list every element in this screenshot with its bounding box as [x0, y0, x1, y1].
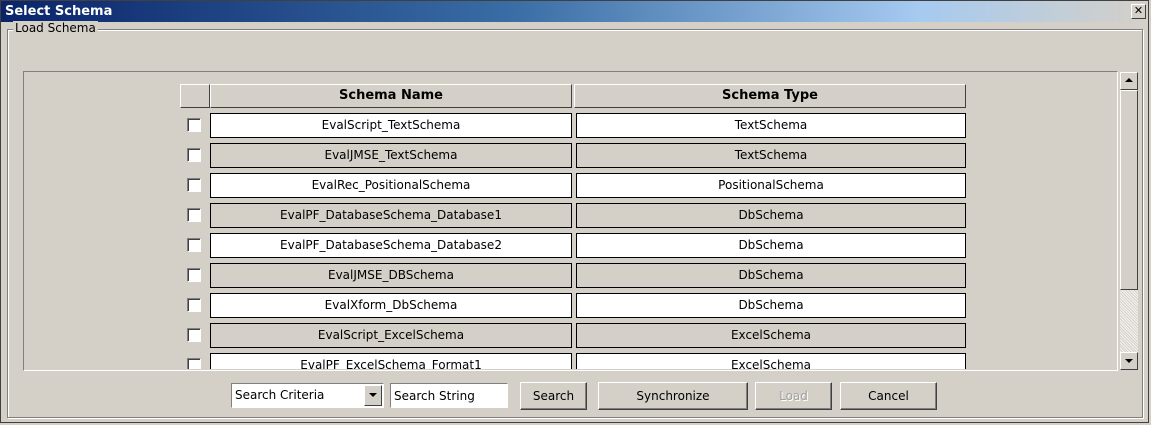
schema-name-cell[interactable]: EvalPF_DatabaseSchema_Database1 [210, 203, 572, 228]
search-criteria-select[interactable]: Search Criteria [231, 383, 384, 408]
schema-name-cell[interactable]: EvalScript_TextSchema [210, 113, 572, 138]
scroll-up-button[interactable] [1120, 72, 1138, 90]
title-bar[interactable]: Select Schema ✕ [1, 1, 1148, 22]
cancel-button[interactable]: Cancel [840, 382, 937, 410]
schema-name-cell[interactable]: EvalXform_DbSchema [210, 293, 572, 318]
dropdown-button[interactable] [364, 385, 382, 406]
row-checkbox[interactable] [187, 268, 201, 282]
table-row[interactable]: EvalPF_DatabaseSchema_Database1 DbSchema [24, 200, 1117, 230]
header-select [180, 84, 210, 108]
vertical-scrollbar[interactable] [1120, 72, 1138, 370]
table-row[interactable]: EvalPF_ExcelSchema_Format1 ExcelSchema [24, 350, 1117, 369]
table-row[interactable]: EvalJMSE_DBSchema DbSchema [24, 260, 1117, 290]
window-title: Select Schema [5, 4, 113, 19]
schema-table-panel: Schema Name Schema Type EvalScript_TextS… [23, 71, 1118, 371]
header-schema-type[interactable]: Schema Type [574, 84, 966, 108]
schema-name-cell[interactable]: EvalJMSE_DBSchema [210, 263, 572, 288]
table-row[interactable]: EvalScript_TextSchema TextSchema [24, 110, 1117, 140]
table-row[interactable]: EvalScript_ExcelSchema ExcelSchema [24, 320, 1117, 350]
schema-type-cell[interactable]: TextSchema [576, 113, 966, 138]
schema-type-cell[interactable]: TextSchema [576, 143, 966, 168]
schema-name-cell[interactable]: EvalPF_DatabaseSchema_Database2 [210, 233, 572, 258]
schema-name-cell[interactable]: EvalPF_ExcelSchema_Format1 [210, 353, 572, 369]
row-checkbox[interactable] [187, 328, 201, 342]
load-button[interactable]: Load [755, 382, 832, 410]
scroll-down-button[interactable] [1120, 352, 1138, 370]
table-row[interactable]: EvalPF_DatabaseSchema_Database2 DbSchema [24, 230, 1117, 260]
schema-type-cell[interactable]: ExcelSchema [576, 353, 966, 369]
row-checkbox[interactable] [187, 208, 201, 222]
row-checkbox[interactable] [187, 178, 201, 192]
row-checkbox[interactable] [187, 358, 201, 369]
row-checkbox[interactable] [187, 148, 201, 162]
table-row[interactable]: EvalRec_PositionalSchema PositionalSchem… [24, 170, 1117, 200]
schema-type-cell[interactable]: DbSchema [576, 233, 966, 258]
row-checkbox[interactable] [187, 298, 201, 312]
schema-type-cell[interactable]: DbSchema [576, 263, 966, 288]
header-schema-name[interactable]: Schema Name [210, 84, 572, 108]
schema-type-cell[interactable]: DbSchema [576, 203, 966, 228]
arrow-up-icon [1125, 78, 1133, 82]
schema-name-cell[interactable]: EvalScript_ExcelSchema [210, 323, 572, 348]
synchronize-button[interactable]: Synchronize [598, 382, 748, 410]
schema-table: Schema Name Schema Type EvalScript_TextS… [24, 72, 1117, 369]
chevron-down-icon [369, 393, 377, 397]
arrow-down-icon [1125, 359, 1133, 363]
schema-type-cell[interactable]: DbSchema [576, 293, 966, 318]
search-string-input[interactable] [390, 383, 508, 408]
row-checkbox[interactable] [187, 118, 201, 132]
table-row[interactable]: EvalJMSE_TextSchema TextSchema [24, 140, 1117, 170]
group-legend: Load Schema [13, 21, 98, 35]
close-icon[interactable]: ✕ [1131, 4, 1146, 19]
search-criteria-value: Search Criteria [235, 388, 325, 402]
schema-type-cell[interactable]: ExcelSchema [576, 323, 966, 348]
search-button[interactable]: Search [520, 382, 587, 410]
scroll-thumb[interactable] [1120, 90, 1138, 290]
schema-name-cell[interactable]: EvalRec_PositionalSchema [210, 173, 572, 198]
row-checkbox[interactable] [187, 238, 201, 252]
table-row[interactable]: EvalXform_DbSchema DbSchema [24, 290, 1117, 320]
schema-type-cell[interactable]: PositionalSchema [576, 173, 966, 198]
schema-name-cell[interactable]: EvalJMSE_TextSchema [210, 143, 572, 168]
